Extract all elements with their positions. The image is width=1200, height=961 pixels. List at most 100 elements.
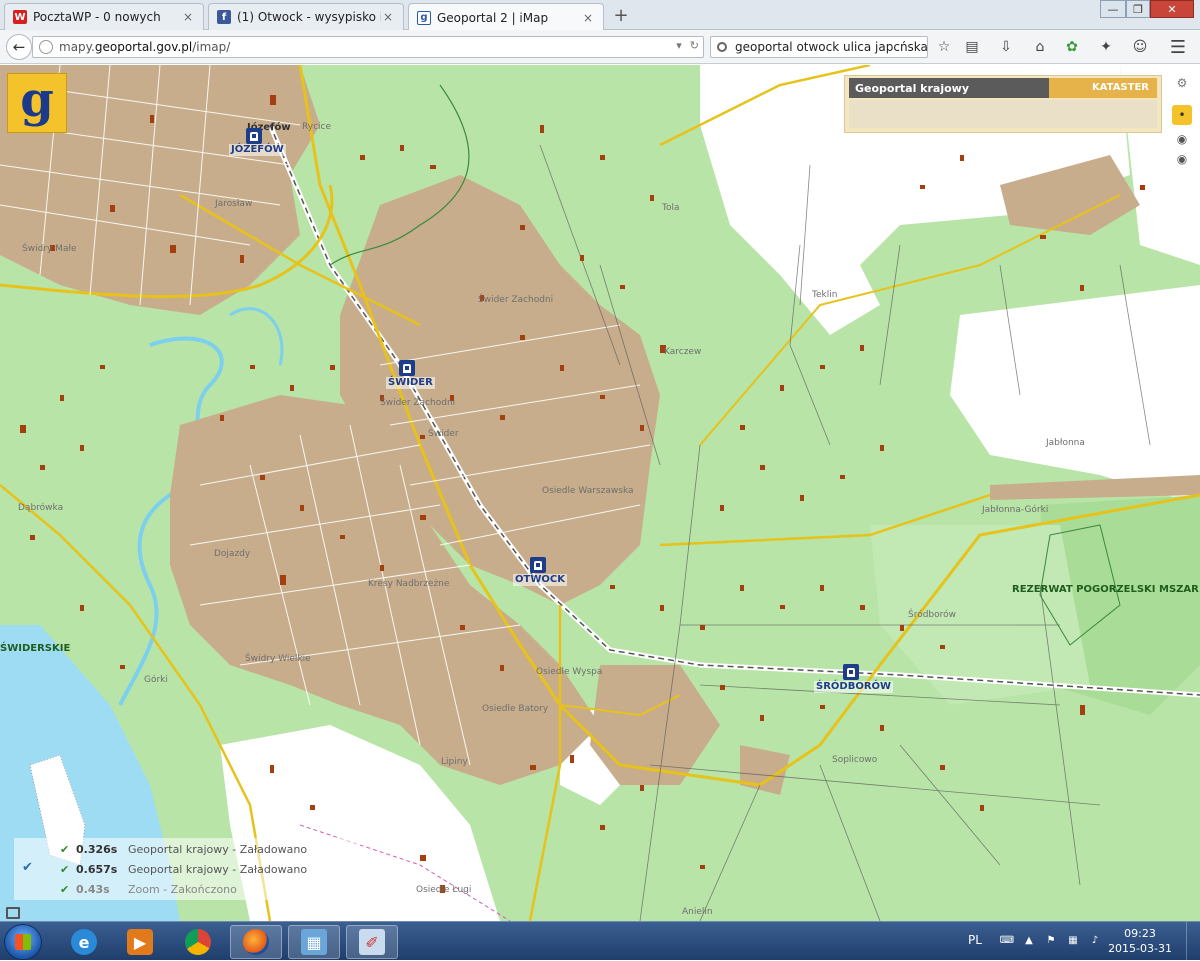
- train-station-icon[interactable]: [530, 557, 546, 573]
- network-app-icon: ▦: [301, 929, 327, 955]
- place-label: Dąbrówka: [18, 503, 64, 513]
- search-icon: [717, 42, 727, 52]
- clock-date: 2015-03-31: [1108, 942, 1172, 955]
- place-label: Kresy Nadbrzeżne: [368, 579, 450, 589]
- status-text: Geoportal krajowy - Załadowano: [128, 842, 308, 856]
- new-tab-button[interactable]: +: [610, 5, 632, 26]
- tab-facebook[interactable]: f (1) Otwock - wysypisko i ru... ×: [208, 3, 404, 30]
- addon-icon[interactable]: ✿: [1062, 38, 1082, 56]
- tab-label: (1) Otwock - wysypisko i ru...: [237, 10, 381, 24]
- nature-area-label: ŚWIDERSKIE: [0, 643, 71, 654]
- station-label: ŚRÓDBORÓW: [814, 681, 894, 693]
- browser-tab-strip: W PocztaWP - 0 nowych × f (1) Otwock - w…: [0, 0, 1200, 31]
- logo-letter: g: [20, 72, 54, 128]
- back-button[interactable]: ←: [6, 34, 32, 60]
- arrow-left-icon: ←: [12, 38, 26, 56]
- train-station-icon[interactable]: [843, 664, 859, 680]
- zoom-slider-handle[interactable]: •: [1172, 105, 1192, 125]
- train-station-icon[interactable]: [399, 360, 415, 376]
- settings-gear-icon[interactable]: ⚙: [1172, 73, 1192, 93]
- chat-icon[interactable]: ☺: [1130, 38, 1150, 56]
- place-label: Świder: [428, 429, 459, 439]
- taskbar-chrome[interactable]: [172, 925, 224, 959]
- minimize-button[interactable]: —: [1100, 0, 1126, 18]
- place-label: Osiedle Warszawska: [542, 486, 634, 496]
- media-player-icon: ▶: [127, 929, 153, 955]
- station-label: OTWOCK: [513, 574, 567, 586]
- wp-icon: W: [13, 10, 27, 24]
- tab-geoportal[interactable]: g Geoportal 2 | iMap ×: [408, 3, 604, 31]
- home-icon[interactable]: ⌂: [1030, 38, 1050, 56]
- check-icon: ✔: [60, 842, 70, 856]
- tab-label: Geoportal 2 | iMap: [437, 10, 549, 25]
- close-tab-icon[interactable]: ×: [181, 10, 195, 24]
- place-label: Śródborów: [908, 610, 957, 620]
- status-row: ✔ 0.43s Zoom - Zakończono: [60, 879, 237, 899]
- place-label: Świder Zachodni: [380, 398, 456, 408]
- status-time: 0.43s: [76, 882, 110, 896]
- status-text: Zoom - Zakończono: [128, 882, 237, 896]
- windows-taskbar: e ▶ ▦ ✐ PL ⌨ ▲ ⚑ ▦ ♪ 09:23 2015-03-31: [0, 921, 1200, 961]
- reload-icon[interactable]: ↻: [690, 39, 699, 52]
- volume-icon[interactable]: ♪: [1088, 933, 1102, 947]
- taskbar-media-player[interactable]: ▶: [114, 925, 166, 959]
- place-label: Lipiny: [441, 757, 468, 767]
- taskbar-clock[interactable]: 09:23 2015-03-31: [1108, 926, 1172, 956]
- start-button[interactable]: [4, 924, 42, 960]
- station-label: JÓZEFÓW: [229, 144, 286, 156]
- layer-thumbnail: [849, 100, 1157, 128]
- train-station-icon[interactable]: [246, 128, 262, 144]
- geoportal-logo[interactable]: g: [7, 73, 67, 133]
- close-window-button[interactable]: ✕: [1150, 0, 1194, 18]
- taskbar-internet-explorer[interactable]: e: [58, 925, 110, 959]
- layer-kataster[interactable]: KATASTER: [1049, 78, 1157, 98]
- search-text: geoportal otwock ulica japcńska: [735, 40, 928, 54]
- place-label: Świder Zachodni: [478, 295, 554, 305]
- place-label: Karczew: [664, 347, 702, 357]
- layer-switcher[interactable]: Geoportal krajowy KATASTER: [844, 75, 1162, 133]
- place-label: Dojazdy: [214, 549, 251, 559]
- tab-label: PocztaWP - 0 nowych: [33, 10, 161, 24]
- layer-geoportal-krajowy[interactable]: Geoportal krajowy: [849, 78, 1049, 98]
- taskbar-firefox[interactable]: [230, 925, 282, 959]
- place-label: Świdry Wielkie: [245, 654, 311, 664]
- language-indicator[interactable]: PL: [968, 933, 982, 947]
- network-icon[interactable]: ▦: [1066, 933, 1080, 947]
- download-icon[interactable]: ⇩: [996, 38, 1016, 56]
- bookmark-star-icon[interactable]: ☆: [934, 38, 954, 56]
- search-input[interactable]: geoportal otwock ulica japcńska: [710, 36, 928, 58]
- status-time: 0.326s: [76, 842, 118, 856]
- geoportal-icon: g: [417, 10, 431, 25]
- action-center-flag-icon[interactable]: ⚑: [1044, 933, 1058, 947]
- show-desktop-button[interactable]: [1186, 922, 1200, 961]
- globe-icon: [39, 40, 53, 54]
- menu-icon[interactable]: ☰: [1168, 37, 1188, 58]
- station-label: ŚWIDER: [386, 377, 435, 389]
- map-canvas[interactable]: g Geoportal krajowy KATASTER ⚙ • ◉ ◉ Józ…: [0, 65, 1200, 921]
- place-label: Górki: [144, 675, 168, 685]
- url-prefix: mapy.: [59, 40, 95, 54]
- check-icon: ✔: [60, 862, 70, 876]
- sync-icon[interactable]: ✦: [1096, 38, 1116, 56]
- check-icon: ✔: [60, 882, 70, 896]
- tab-poczta-wp[interactable]: W PocztaWP - 0 nowych ×: [4, 3, 204, 30]
- url-domain: geoportal.gov.pl: [94, 40, 193, 54]
- fullscreen-icon[interactable]: [6, 907, 20, 919]
- taskbar-network-app[interactable]: ▦: [288, 925, 340, 959]
- keyboard-icon[interactable]: ⌨: [1000, 933, 1014, 947]
- address-bar[interactable]: mapy. geoportal.gov.pl/imap/ ▾ ↻: [32, 36, 704, 58]
- restore-button[interactable]: ❐: [1126, 0, 1150, 18]
- visibility-icon[interactable]: ◉: [1172, 129, 1192, 149]
- dropdown-icon[interactable]: ▾: [676, 39, 682, 52]
- place-label: Osiedle Wyspa: [536, 667, 603, 677]
- show-hidden-icons-icon[interactable]: ▲: [1022, 933, 1036, 947]
- status-row: ✔ 0.657s Geoportal krajowy - Załadowano: [60, 859, 307, 879]
- bookmarks-list-icon[interactable]: ▤: [962, 38, 982, 56]
- place-label: Jabłonna-Górki: [982, 505, 1049, 515]
- close-tab-icon[interactable]: ×: [381, 10, 395, 24]
- taskbar-paint[interactable]: ✐: [346, 925, 398, 959]
- eye-icon[interactable]: ◉: [1172, 149, 1192, 169]
- nature-reserve-label: REZERWAT POGORZELSKI MSZAR: [1012, 584, 1199, 595]
- close-tab-icon[interactable]: ×: [581, 11, 595, 25]
- place-label: Jabłonna: [1046, 438, 1085, 448]
